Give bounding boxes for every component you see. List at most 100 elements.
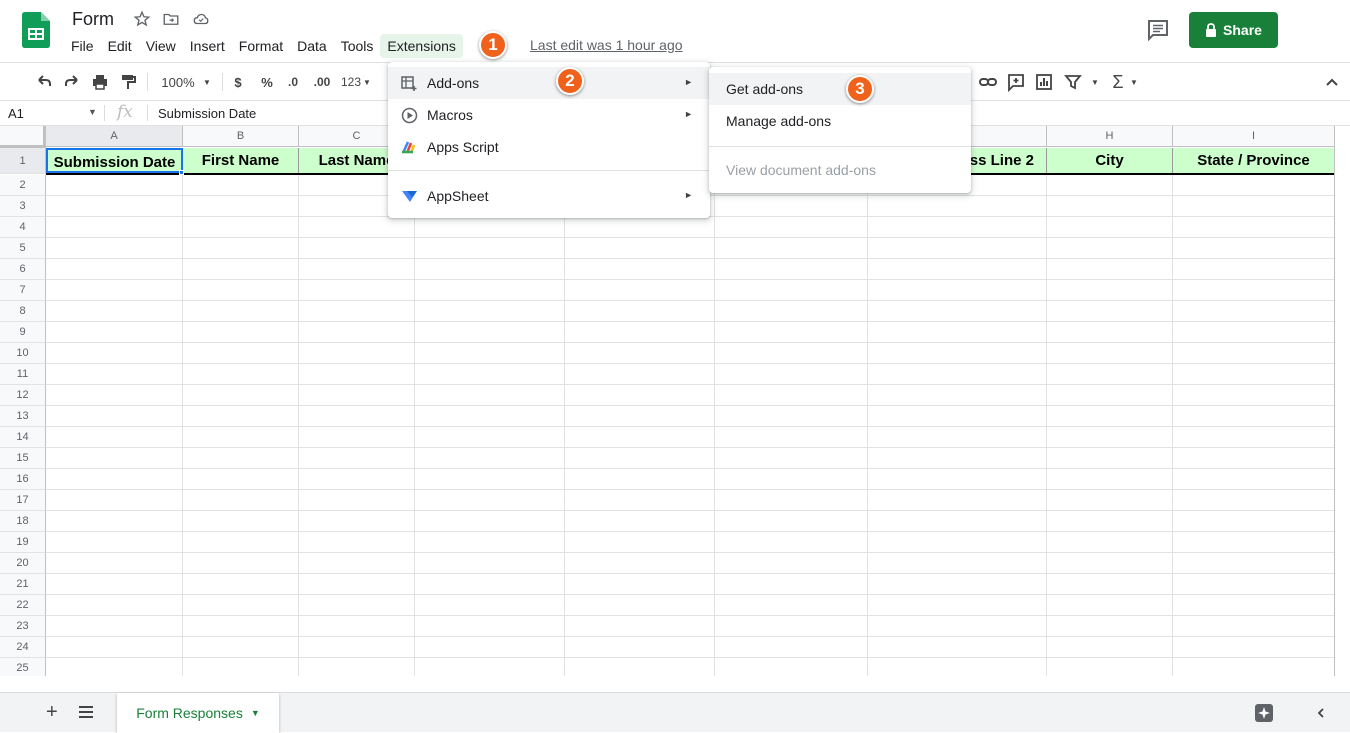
header-cell-city[interactable]: City [1047,148,1173,173]
row-header-10[interactable]: 10 [0,343,46,364]
row-header-2[interactable]: 2 [0,175,46,196]
formula-separator [147,105,148,121]
increase-decimal-button[interactable]: .00 [311,72,333,92]
column-header-i[interactable]: I [1173,126,1335,147]
row-header-7[interactable]: 7 [0,280,46,301]
menu-item-macros[interactable]: Macros ► [388,99,710,131]
row-header-21[interactable]: 21 [0,574,46,595]
header-cell-first-name[interactable]: First Name [183,148,299,173]
row-header-13[interactable]: 13 [0,406,46,427]
decrease-decimal-button[interactable]: .0 [284,72,302,92]
menu-item-appsheet[interactable]: AppSheet ► [388,180,710,212]
add-sheet-icon[interactable]: + [46,701,58,724]
column-header-b[interactable]: B [183,126,299,147]
sheet-tab-form-responses[interactable]: Form Responses ▼ [117,693,279,733]
share-button[interactable]: Share [1189,12,1278,48]
menu-format[interactable]: Format [232,34,290,58]
insert-comment-icon[interactable] [1006,72,1026,92]
select-all-corner[interactable] [0,126,46,148]
row-header-22[interactable]: 22 [0,595,46,616]
row-header-23[interactable]: 23 [0,616,46,637]
row-header-11[interactable]: 11 [0,364,46,385]
menu-item-label: Get add-ons [726,81,804,97]
insert-link-icon[interactable] [978,72,998,92]
column-header-a[interactable]: A [46,126,183,147]
collapse-toolbar-icon[interactable] [1322,72,1342,92]
menu-view[interactable]: View [139,34,183,58]
menu-tools[interactable]: Tools [334,34,381,58]
comments-icon[interactable] [1144,16,1172,44]
more-formats-button[interactable]: 123 [339,72,363,92]
row-header-19[interactable]: 19 [0,532,46,553]
menu-item-label: View document add-ons [726,162,876,178]
row-header-17[interactable]: 17 [0,490,46,511]
menu-item-apps-script[interactable]: Apps Script [388,131,710,163]
menu-file[interactable]: File [64,34,101,58]
all-sheets-icon[interactable] [78,705,94,719]
menu-insert[interactable]: Insert [183,34,232,58]
menu-item-add-ons[interactable]: Add-ons ► [388,67,710,99]
column-header-h[interactable]: H [1047,126,1173,147]
menu-item-manage-add-ons[interactable]: Manage add-ons [709,105,971,137]
row-header-12[interactable]: 12 [0,385,46,406]
header-cell-state-province[interactable]: State / Province [1173,148,1335,173]
row-header-24[interactable]: 24 [0,637,46,658]
row-header-18[interactable]: 18 [0,511,46,532]
submenu-arrow-icon: ► [684,190,693,200]
name-box[interactable]: A1 [8,106,24,121]
header-cell-submission-date[interactable]: Submission Date [46,148,183,173]
menu-data[interactable]: Data [290,34,334,58]
functions-chevron-down-icon[interactable]: ▼ [1129,72,1139,92]
row-header-15[interactable]: 15 [0,448,46,469]
row-header-16[interactable]: 16 [0,469,46,490]
currency-format-button[interactable]: $ [231,72,245,92]
print-icon[interactable] [90,72,110,92]
menu-item-label: Add-ons [427,75,480,91]
app-header: Form File Edit View Insert Format Data T… [0,0,1350,62]
sheet-tab-chevron-down-icon[interactable]: ▼ [251,708,260,718]
undo-icon[interactable] [34,72,54,92]
row-header-1[interactable]: 1 [0,148,46,174]
cloud-saved-icon[interactable] [192,10,210,28]
move-folder-icon[interactable] [162,10,180,28]
row-header-4[interactable]: 4 [0,217,46,238]
redo-icon[interactable] [62,72,82,92]
row-header-25[interactable]: 25 [0,658,46,676]
name-box-chevron-down-icon[interactable]: ▼ [88,107,97,117]
filter-icon[interactable] [1063,72,1083,92]
zoom-select[interactable]: 100% [158,72,198,92]
row-header-14[interactable]: 14 [0,427,46,448]
explore-icon[interactable] [1254,703,1274,723]
gridline [46,615,1334,616]
toolbar-separator [147,73,148,91]
row-header-5[interactable]: 5 [0,238,46,259]
more-formats-chevron-down-icon[interactable]: ▼ [362,72,372,92]
menu-extensions[interactable]: Extensions [380,34,463,58]
menu-edit[interactable]: Edit [101,34,139,58]
percent-format-button[interactable]: % [259,72,275,92]
insert-chart-icon[interactable] [1034,72,1054,92]
formula-input[interactable]: Submission Date [158,106,256,121]
gridline [46,636,1334,637]
functions-icon[interactable]: Σ [1108,72,1128,92]
menu-item-label: AppSheet [427,188,489,204]
menu-item-get-add-ons[interactable]: Get add-ons [709,73,971,105]
formula-separator [104,105,105,121]
row-header-20[interactable]: 20 [0,553,46,574]
zoom-chevron-down-icon[interactable]: ▼ [201,72,213,92]
filter-chevron-down-icon[interactable]: ▼ [1090,72,1100,92]
star-icon[interactable] [133,10,151,28]
row-header-3[interactable]: 3 [0,196,46,217]
last-edit-link[interactable]: Last edit was 1 hour ago [530,37,683,53]
gridline [46,321,1334,322]
addons-submenu: Get add-ons Manage add-ons View document… [709,67,971,193]
document-title[interactable]: Form [72,9,114,30]
row-header-8[interactable]: 8 [0,301,46,322]
row-header-6[interactable]: 6 [0,259,46,280]
menu-separator [709,146,971,147]
collapse-side-panel-icon[interactable] [1315,707,1327,719]
gridline [46,531,1334,532]
paint-format-icon[interactable] [118,72,138,92]
sheets-logo-icon[interactable] [22,12,50,48]
row-header-9[interactable]: 9 [0,322,46,343]
